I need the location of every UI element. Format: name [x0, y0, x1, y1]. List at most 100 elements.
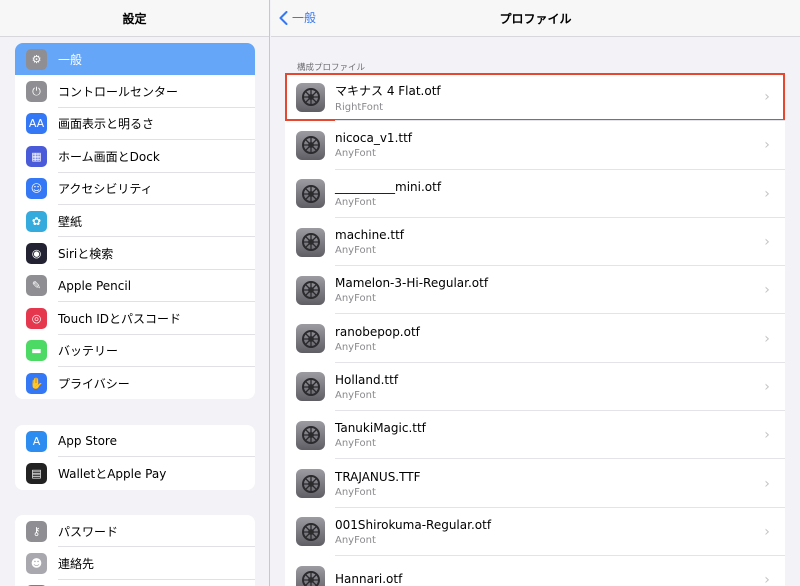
chevron-right-icon: › [764, 282, 770, 299]
sidebar-item[interactable]: ▤ WalletとApple Pay [15, 457, 255, 490]
profile-text: ranobepop.otf AnyFont [335, 325, 757, 353]
settings-group-2: A App Store ▤ WalletとApple Pay [15, 425, 255, 490]
profile-text: マキナス 4 Flat.otf RightFont [335, 82, 757, 113]
sidebar-item[interactable]: ⚷ パスワード [15, 515, 255, 548]
sidebar-item-label: プライバシー [58, 376, 130, 391]
profile-name: Mamelon-3-Hi-Regular.otf [335, 276, 489, 291]
sidebar-item[interactable]: ◎ Touch IDとパスコード [15, 302, 255, 335]
sidebar-item[interactable]: ☺ アクセシビリティ [15, 172, 255, 206]
settings-gear-icon [296, 179, 325, 209]
profile-name: nicoca_v1.ttf [335, 131, 413, 146]
profile-text: 001Shirokuma-Regular.otf AnyFont [335, 518, 757, 546]
flower-icon: ✿ [26, 210, 47, 232]
profile-text: Holland.ttf AnyFont [335, 373, 757, 401]
settings-group-1: ⚙ 一般 ⏻ コントロールセンター AA 画面表示と明るさ ▦ ホーム画面とDock ☺ アクセシ… [15, 43, 255, 400]
settings-gear-icon [296, 275, 325, 305]
chevron-right-icon: › [764, 185, 770, 202]
profile-name: Hannari.otf [335, 571, 403, 586]
profile-name: 001Shirokuma-Regular.otf [335, 517, 492, 532]
sidebar-item-label: Touch IDとパスコード [58, 311, 182, 326]
sidebar-item[interactable]: ▬ バッテリー [15, 334, 255, 368]
profile-text: Hannari.otf [335, 572, 757, 586]
settings-gear-icon [296, 82, 325, 112]
profile-subtitle: AnyFont [335, 245, 376, 257]
profile-row[interactable]: Hannari.otf › [285, 556, 785, 586]
back-button[interactable]: 一般 [279, 9, 316, 26]
settings-gear-icon [296, 565, 325, 586]
profile-subtitle: AnyFont [335, 293, 376, 305]
sidebar-item-label: 画面表示と明るさ [58, 117, 155, 132]
profile-row[interactable]: nicoca_v1.ttf AnyFont › [285, 121, 785, 170]
profile-name: TanukiMagic.ttf [335, 421, 426, 436]
battery-icon: ▬ [26, 340, 47, 362]
profile-row[interactable]: ranobepop.otf AnyFont › [285, 314, 785, 364]
fingerprint-icon: ◎ [26, 307, 47, 329]
profile-name: __________mini.otf [335, 179, 442, 194]
profile-text: __________mini.otf AnyFont [335, 180, 757, 208]
sidebar-item[interactable]: ◉ Siriと検索 [15, 237, 255, 271]
siri-icon: ◉ [26, 243, 47, 265]
profiles-pane: 一般 プロファイル 構成プロファイル マキナス 4 Flat.otf RightF… [271, 0, 800, 586]
profile-row[interactable]: __________mini.otf AnyFont › [285, 170, 785, 219]
profile-row[interactable]: TRAJANUS.TTF AnyFont › [285, 459, 785, 508]
profile-subtitle: AnyFont [335, 341, 376, 353]
sidebar-item-label: 一般 [58, 52, 83, 67]
chevron-right-icon: › [764, 89, 770, 106]
toggles-icon: ⏻ [26, 81, 47, 103]
profile-subtitle: AnyFont [335, 534, 376, 546]
navigation-bar: 一般 プロファイル [271, 0, 800, 37]
profile-row[interactable]: TanukiMagic.ttf AnyFont › [285, 411, 785, 460]
sidebar-item-label: Apple Pencil [58, 278, 132, 293]
sidebar-item[interactable]: A App Store [15, 425, 255, 458]
chevron-right-icon: › [764, 378, 770, 395]
sidebar-item[interactable]: ☻ 連絡先 [15, 547, 255, 581]
sidebar-item[interactable]: ⚙ 一般 [15, 43, 255, 76]
text-size-icon: AA [26, 113, 47, 135]
sidebar-item[interactable]: ✎ Apple Pencil [15, 269, 255, 303]
sidebar-item[interactable]: ⏻ コントロールセンター [15, 75, 255, 109]
sidebar-item-label: アクセシビリティ [58, 182, 153, 197]
profile-name: マキナス 4 Flat.otf [335, 83, 441, 98]
profile-subtitle: AnyFont [335, 486, 376, 498]
accessibility-icon: ☺ [26, 178, 47, 200]
settings-gear-icon [296, 227, 325, 257]
home-grid-icon: ▦ [26, 145, 47, 167]
sidebar-item[interactable]: ✿ 壁紙 [15, 204, 255, 238]
sidebar-item-label: 壁紙 [58, 214, 83, 229]
profile-row[interactable]: マキナス 4 Flat.otf RightFont › [285, 73, 785, 122]
sidebar-item-label: Siriと検索 [58, 247, 114, 262]
sidebar-item[interactable]: ✋ プライバシー [15, 366, 255, 400]
profile-text: TRAJANUS.TTF AnyFont [335, 470, 757, 498]
sidebar-item-label: コントロールセンター [58, 85, 179, 100]
profile-subtitle: AnyFont [335, 438, 376, 450]
sidebar-item[interactable]: AA 画面表示と明るさ [15, 107, 255, 141]
profile-subtitle: AnyFont [335, 148, 376, 160]
app-store-icon: A [26, 430, 47, 452]
sidebar-item[interactable] [15, 579, 255, 586]
profile-row[interactable]: machine.ttf AnyFont › [285, 218, 785, 267]
chevron-right-icon: › [764, 137, 770, 154]
settings-gear-icon [296, 420, 325, 450]
profile-subtitle: AnyFont [335, 389, 376, 401]
hand-icon: ✋ [26, 372, 47, 394]
profile-row[interactable]: 001Shirokuma-Regular.otf AnyFont › [285, 508, 785, 557]
sidebar-item[interactable]: ▦ ホーム画面とDock [15, 140, 255, 173]
sidebar-item-label: 連絡先 [58, 557, 95, 572]
chevron-right-icon: › [764, 523, 770, 540]
wallet-icon: ▤ [26, 463, 47, 485]
settings-gear-icon [296, 324, 325, 354]
profile-row[interactable]: Mamelon-3-Hi-Regular.otf AnyFont › [285, 266, 785, 315]
profile-name: Holland.ttf [335, 372, 399, 387]
page-title: プロファイル [499, 11, 572, 26]
section-header: 構成プロファイル [297, 63, 366, 73]
chevron-left-icon [279, 10, 288, 25]
profile-text: TanukiMagic.ttf AnyFont [335, 421, 757, 449]
profile-subtitle: RightFont [335, 101, 384, 113]
sidebar-item-label: App Store [58, 434, 117, 449]
chevron-right-icon: › [764, 330, 770, 347]
sidebar-title: 設定 [0, 0, 269, 37]
back-label: 一般 [292, 11, 317, 25]
profile-name: machine.ttf [335, 228, 405, 243]
profile-row[interactable]: Holland.ttf AnyFont › [285, 363, 785, 412]
profile-list: マキナス 4 Flat.otf RightFont › nicoca_v1.ttf An… [285, 73, 785, 586]
